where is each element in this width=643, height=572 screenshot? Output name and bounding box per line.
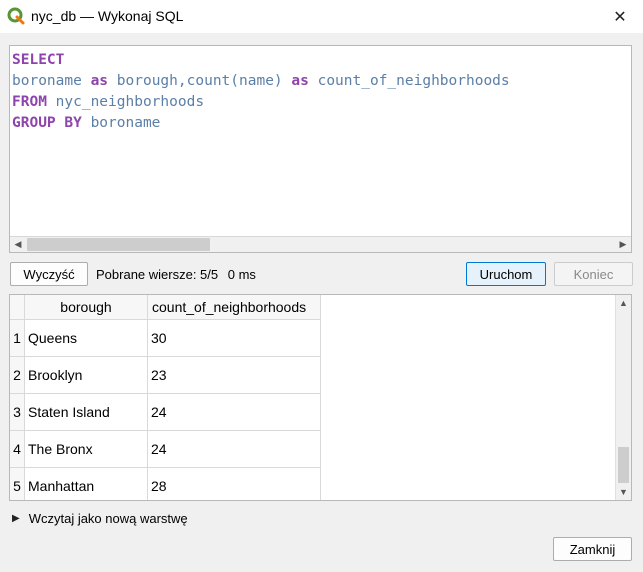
table-cell-count[interactable]: 23 bbox=[148, 357, 321, 394]
query-status: Pobrane wiersze: 5/5 0 ms bbox=[96, 267, 262, 282]
sql-line: SELECT bbox=[12, 50, 510, 71]
sql-token: borough, bbox=[108, 73, 187, 89]
sql-line: GROUP BY boroname bbox=[12, 113, 510, 134]
table-cell-count[interactable]: 24 bbox=[148, 394, 321, 431]
sql-token: boroname bbox=[12, 73, 91, 89]
column-header-borough[interactable]: borough bbox=[25, 295, 148, 320]
scroll-up-icon[interactable]: ▲ bbox=[616, 295, 631, 311]
sql-token: count bbox=[186, 73, 231, 89]
results-scroll-thumb[interactable] bbox=[618, 447, 629, 483]
sql-keyword: FROM bbox=[12, 94, 47, 110]
qgis-logo-icon bbox=[7, 7, 25, 25]
editor-scroll-thumb[interactable] bbox=[27, 238, 210, 251]
clear-button[interactable]: Wyczyść bbox=[10, 262, 88, 286]
close-icon[interactable]: ✕ bbox=[597, 0, 643, 33]
table-cell-borough[interactable]: Brooklyn bbox=[25, 357, 148, 394]
close-button[interactable]: Zamknij bbox=[553, 537, 632, 561]
table-cell-count[interactable]: 30 bbox=[148, 320, 321, 357]
sql-keyword: as bbox=[90, 73, 109, 89]
table-cell-count[interactable]: 24 bbox=[148, 431, 321, 468]
scroll-down-icon[interactable]: ▼ bbox=[616, 484, 631, 500]
elapsed-time-label: 0 ms bbox=[227, 267, 256, 282]
scroll-right-icon[interactable]: ▶ bbox=[615, 237, 631, 252]
rows-fetched-label: Pobrane wiersze: 5/5 bbox=[96, 267, 219, 282]
sql-keyword: as bbox=[291, 73, 309, 89]
row-header[interactable]: 3 bbox=[10, 394, 25, 431]
results-table[interactable]: borough count_of_neighborhoods ▲ ▼ 1 Quee… bbox=[9, 294, 632, 501]
table-cell-borough[interactable]: The Bronx bbox=[25, 431, 148, 468]
load-as-layer-toggle[interactable]: ▶ Wczytaj jako nową warstwę bbox=[12, 511, 188, 526]
table-cell-borough[interactable]: Staten Island bbox=[25, 394, 148, 431]
row-header[interactable]: 1 bbox=[10, 320, 25, 357]
sql-token: boroname bbox=[81, 115, 161, 131]
load-as-layer-label: Wczytaj jako nową warstwę bbox=[28, 511, 188, 526]
sql-line: boroname as borough,count(name) as count… bbox=[12, 71, 510, 92]
sql-token: (name) bbox=[230, 73, 292, 89]
sql-editor[interactable]: SELECT boroname as borough,count(name) as… bbox=[9, 45, 632, 253]
column-header-count[interactable]: count_of_neighborhoods bbox=[148, 295, 321, 320]
sql-token: count_of_neighborhoods bbox=[308, 73, 510, 89]
run-button[interactable]: Uruchom bbox=[466, 262, 546, 286]
results-vertical-scrollbar[interactable]: ▲ ▼ bbox=[615, 295, 631, 500]
sql-token: nyc_neighborhoods bbox=[46, 94, 205, 110]
row-header[interactable]: 2 bbox=[10, 357, 25, 394]
editor-horizontal-scrollbar[interactable]: ◀ ▶ bbox=[10, 236, 631, 252]
stop-button[interactable]: Koniec bbox=[554, 262, 633, 286]
sql-keyword: SELECT bbox=[12, 52, 65, 68]
sql-line: FROM nyc_neighborhoods bbox=[12, 92, 510, 113]
table-corner[interactable] bbox=[10, 295, 25, 320]
table-cell-count[interactable]: 28 bbox=[148, 468, 321, 500]
scroll-left-icon[interactable]: ◀ bbox=[10, 237, 26, 252]
row-header[interactable]: 5 bbox=[10, 468, 25, 500]
table-cell-borough[interactable]: Queens bbox=[25, 320, 148, 357]
row-header[interactable]: 4 bbox=[10, 431, 25, 468]
expand-arrow-icon: ▶ bbox=[12, 513, 20, 524]
window-title: nyc_db — Wykonaj SQL bbox=[31, 8, 184, 24]
sql-code[interactable]: SELECT boroname as borough,count(name) as… bbox=[12, 50, 510, 134]
title-bar: nyc_db — Wykonaj SQL ✕ bbox=[0, 0, 643, 33]
sql-keyword: GROUP BY bbox=[12, 115, 82, 131]
table-cell-borough[interactable]: Manhattan bbox=[25, 468, 148, 500]
